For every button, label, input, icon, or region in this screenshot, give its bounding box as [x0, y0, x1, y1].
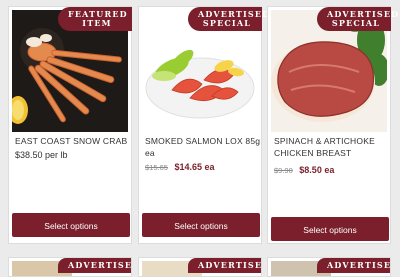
price-original: $15.65 — [145, 163, 168, 172]
product-title[interactable]: SPINACH & ARTICHOKE CHICKEN BREAST — [274, 135, 390, 159]
product-title[interactable]: SMOKED SALMON LOX 85g ea — [145, 135, 261, 159]
price-current: $38.50 per lb — [15, 150, 68, 160]
price-current: $8.50 ea — [299, 165, 335, 175]
product-price: $15.65 $14.65 ea — [145, 162, 261, 172]
product-price: $38.50 per lb — [15, 150, 131, 160]
select-options-button[interactable]: Select options — [142, 213, 260, 237]
product-card-row2-1[interactable]: ADVERTISED — [8, 257, 132, 277]
product-title[interactable]: EAST COAST SNOW CRAB — [15, 135, 131, 147]
select-options-button[interactable]: Select options — [12, 213, 130, 237]
advertised-special-badge: ADVERTISED SPECIAL — [317, 7, 398, 31]
advertised-badge: ADVERTISED — [58, 258, 131, 273]
product-price: $9.90 $8.50 ea — [274, 165, 390, 175]
product-card-smoked-salmon[interactable]: ADVERTISED SPECIAL SMOKED SALMON LOX 85g… — [138, 6, 269, 244]
select-options-button[interactable]: Select options — [271, 217, 389, 241]
featured-badge: FEATURED ITEM — [58, 7, 132, 31]
advertised-badge: ADVERTISED — [317, 258, 390, 273]
advertised-special-badge: ADVERTISED SPECIAL — [188, 7, 269, 31]
price-current: $14.65 ea — [174, 162, 215, 172]
advertised-badge: ADVERTISED — [188, 258, 261, 273]
product-card-snow-crab[interactable]: FEATURED ITEM EAST COAST SNOW CRAB $38.5… — [8, 6, 132, 244]
price-original: $9.90 — [274, 166, 293, 175]
product-card-chicken-breast[interactable]: ADVERTISED SPECIAL SPINACH & ARTICHOKE C… — [267, 6, 398, 244]
product-card-row2-2[interactable]: ADVERTISED — [138, 257, 262, 277]
product-card-row2-3[interactable]: ADVERTISED — [267, 257, 391, 277]
